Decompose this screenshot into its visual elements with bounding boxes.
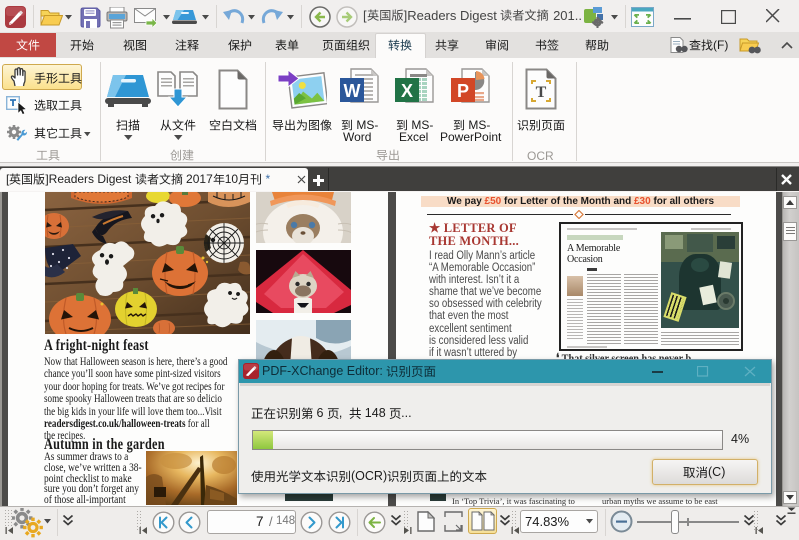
svg-text:T: T — [536, 84, 547, 101]
svg-text:P: P — [457, 81, 469, 101]
svg-text:W: W — [344, 81, 361, 101]
svg-text:X: X — [401, 81, 413, 101]
